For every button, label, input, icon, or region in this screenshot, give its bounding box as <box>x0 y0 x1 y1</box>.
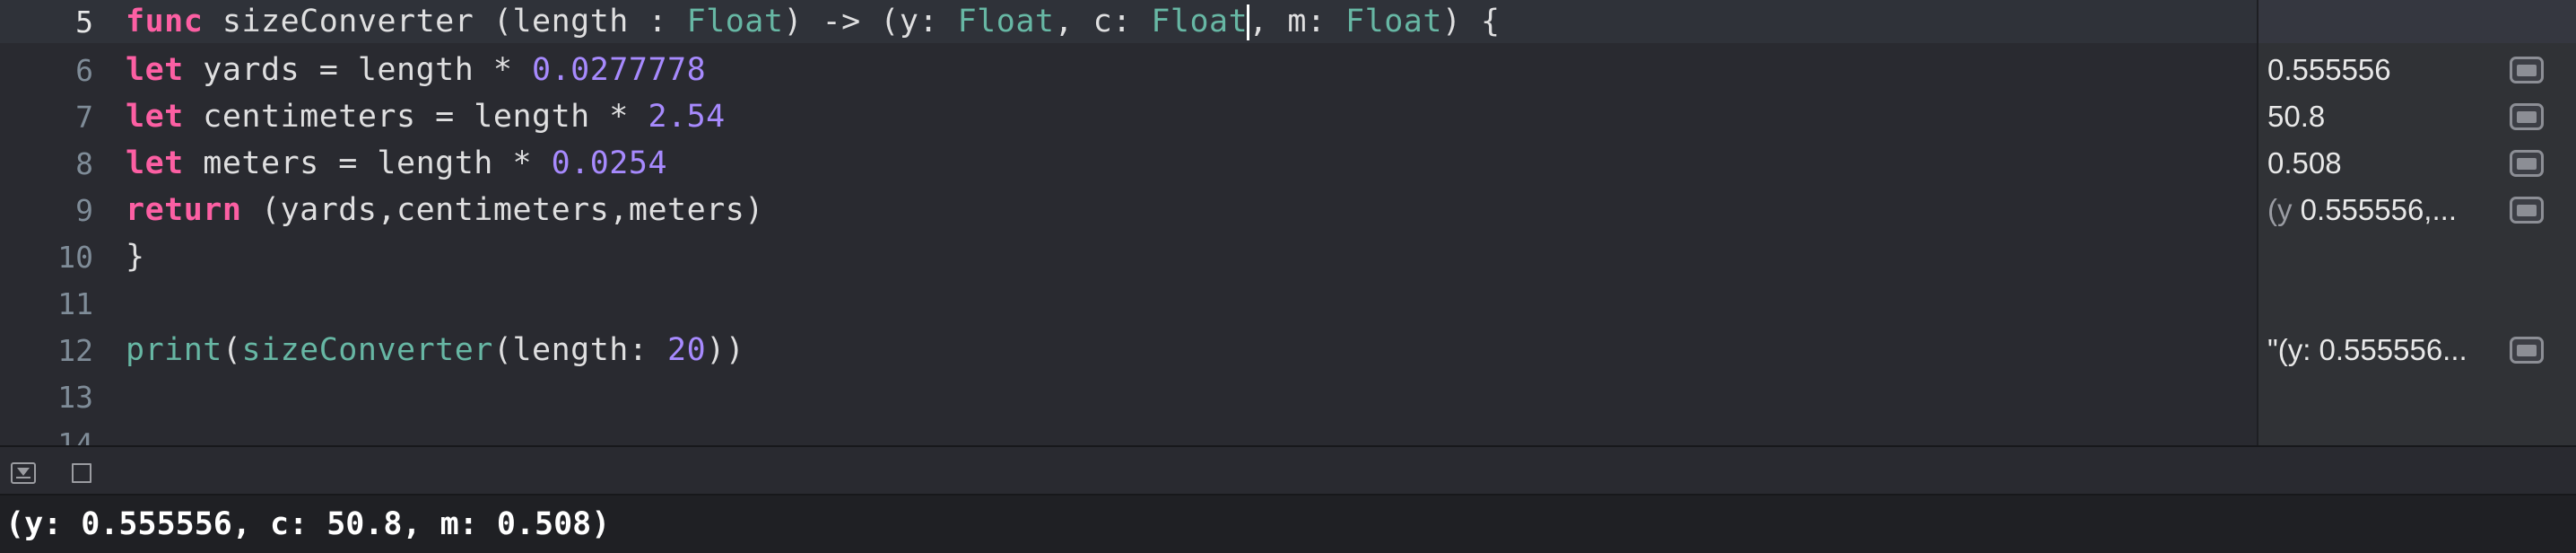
quick-look-icon-fill <box>2517 204 2537 216</box>
result-row: 0.508 <box>2258 142 2576 185</box>
quick-look-icon[interactable] <box>2510 57 2544 83</box>
code-text: let centimeters = length * 2.54 <box>126 99 726 135</box>
line-number: 7 <box>75 99 93 135</box>
result-value: 0.555556 <box>2267 53 2492 87</box>
code-token: , c: <box>1054 3 1152 40</box>
code-line[interactable]: 7 let centimeters = length * 2.54 <box>0 95 2257 138</box>
code-token: (length: <box>492 332 668 368</box>
result-text: 0.555556,... <box>2300 193 2457 226</box>
code-token: 2.54 <box>648 99 726 135</box>
code-token: , m: <box>1249 3 1346 40</box>
code-token: sizeConverter <box>241 332 493 368</box>
code-token: sizeConverter (length : <box>203 3 687 40</box>
triangle-down-shape <box>17 468 30 476</box>
line-number: 6 <box>75 52 93 88</box>
line-number: 13 <box>57 379 93 415</box>
results-sidebar: 0.555556 50.8 0.508 (y 0.555556,... "(y: 0.5… <box>2257 0 2576 445</box>
code-text: let yards = length * 0.0277778 <box>126 52 706 88</box>
result-text: "(y: 0.555556... <box>2267 333 2467 366</box>
code-token: meters = length * <box>183 145 552 181</box>
code-line[interactable]: 12 print(sizeConverter(length: 20)) <box>0 329 2257 372</box>
code-line[interactable]: 5 func sizeConverter (length : Float) -> … <box>0 0 2257 43</box>
result-row: (y 0.555556,... <box>2258 189 2576 232</box>
code-token: Float <box>1151 3 1249 40</box>
code-token: func <box>126 3 204 40</box>
code-token: )) <box>706 332 745 368</box>
line-number: 9 <box>75 192 93 228</box>
result-text: 0.508 <box>2267 146 2342 180</box>
console-output: (y: 0.555556, c: 50.8, m: 0.508) <box>5 506 611 542</box>
console-area: (y: 0.555556, c: 50.8, m: 0.508) <box>0 496 2576 553</box>
result-value: 0.508 <box>2267 146 2492 180</box>
result-text: 50.8 <box>2267 100 2326 133</box>
code-token: ( <box>222 332 242 368</box>
code-line[interactable]: 6 let yards = length * 0.0277778 <box>0 48 2257 92</box>
result-row: 0.555556 <box>2258 48 2576 92</box>
result-value: "(y: 0.555556... <box>2267 333 2492 367</box>
hide-debug-area-icon[interactable] <box>11 462 36 484</box>
quick-look-icon-fill <box>2517 64 2537 76</box>
line-number: 10 <box>57 239 93 275</box>
quick-look-icon-fill <box>2517 157 2537 170</box>
code-token: } <box>126 239 145 275</box>
code-line[interactable]: 13 <box>0 375 2257 418</box>
result-row: "(y: 0.555556... <box>2258 329 2576 372</box>
quick-look-icon[interactable] <box>2510 103 2544 130</box>
code-line[interactable]: 9 return (yards,centimeters,meters) <box>0 189 2257 232</box>
code-token: Float <box>1345 3 1442 40</box>
code-token: ) { <box>1441 3 1501 40</box>
code-token: Float <box>957 3 1055 40</box>
code-token: yards = length * <box>183 52 533 88</box>
result-value: 50.8 <box>2267 100 2492 134</box>
quick-look-icon[interactable] <box>2510 337 2544 364</box>
code-text: return (yards,centimeters,meters) <box>126 192 764 228</box>
quick-look-icon[interactable] <box>2510 150 2544 177</box>
code-token: let <box>126 145 184 181</box>
line-number: 11 <box>57 285 93 321</box>
quick-look-icon-fill <box>2517 344 2537 356</box>
quick-look-icon[interactable] <box>2510 197 2544 224</box>
code-token: print <box>126 332 222 368</box>
line-number: 5 <box>75 4 93 40</box>
code-token: (yards,centimeters,meters) <box>241 192 764 228</box>
code-token: Float <box>686 3 784 40</box>
stop-icon[interactable] <box>72 463 91 483</box>
code-text: } <box>126 239 145 275</box>
xcode-playground-window: 5 func sizeConverter (length : Float) -> … <box>0 0 2576 553</box>
code-token: return <box>126 192 242 228</box>
code-text: print(sizeConverter(length: 20)) <box>126 332 744 368</box>
result-value: (y 0.555556,... <box>2267 193 2492 227</box>
code-text: func sizeConverter (length : Float) -> (… <box>126 4 1501 40</box>
code-token: let <box>126 52 184 88</box>
line-number: 14 <box>57 426 93 446</box>
code-line[interactable]: 10} <box>0 235 2257 278</box>
code-token: let <box>126 99 184 135</box>
results-current-line-strip <box>2258 0 2576 43</box>
code-editor[interactable]: 5 func sizeConverter (length : Float) -> … <box>0 0 2257 445</box>
code-line[interactable]: 11 <box>0 282 2257 325</box>
quick-look-icon-fill <box>2517 110 2537 123</box>
code-line[interactable]: 14 <box>0 422 2257 446</box>
code-token: centimeters = length * <box>183 99 648 135</box>
result-prefix: (y <box>2267 193 2301 226</box>
result-text: 0.555556 <box>2267 53 2391 86</box>
debug-bar <box>0 445 2576 496</box>
result-row: 50.8 <box>2258 95 2576 138</box>
code-token: 0.0254 <box>551 145 668 181</box>
line-number: 8 <box>75 145 93 181</box>
code-text: let meters = length * 0.0254 <box>126 145 667 181</box>
underline-shape <box>16 477 30 478</box>
code-token: 0.0277778 <box>532 52 707 88</box>
code-token: 20 <box>667 332 707 368</box>
code-token: ) -> (y: <box>783 3 958 40</box>
code-line[interactable]: 8 let meters = length * 0.0254 <box>0 142 2257 185</box>
line-number: 12 <box>57 332 93 368</box>
